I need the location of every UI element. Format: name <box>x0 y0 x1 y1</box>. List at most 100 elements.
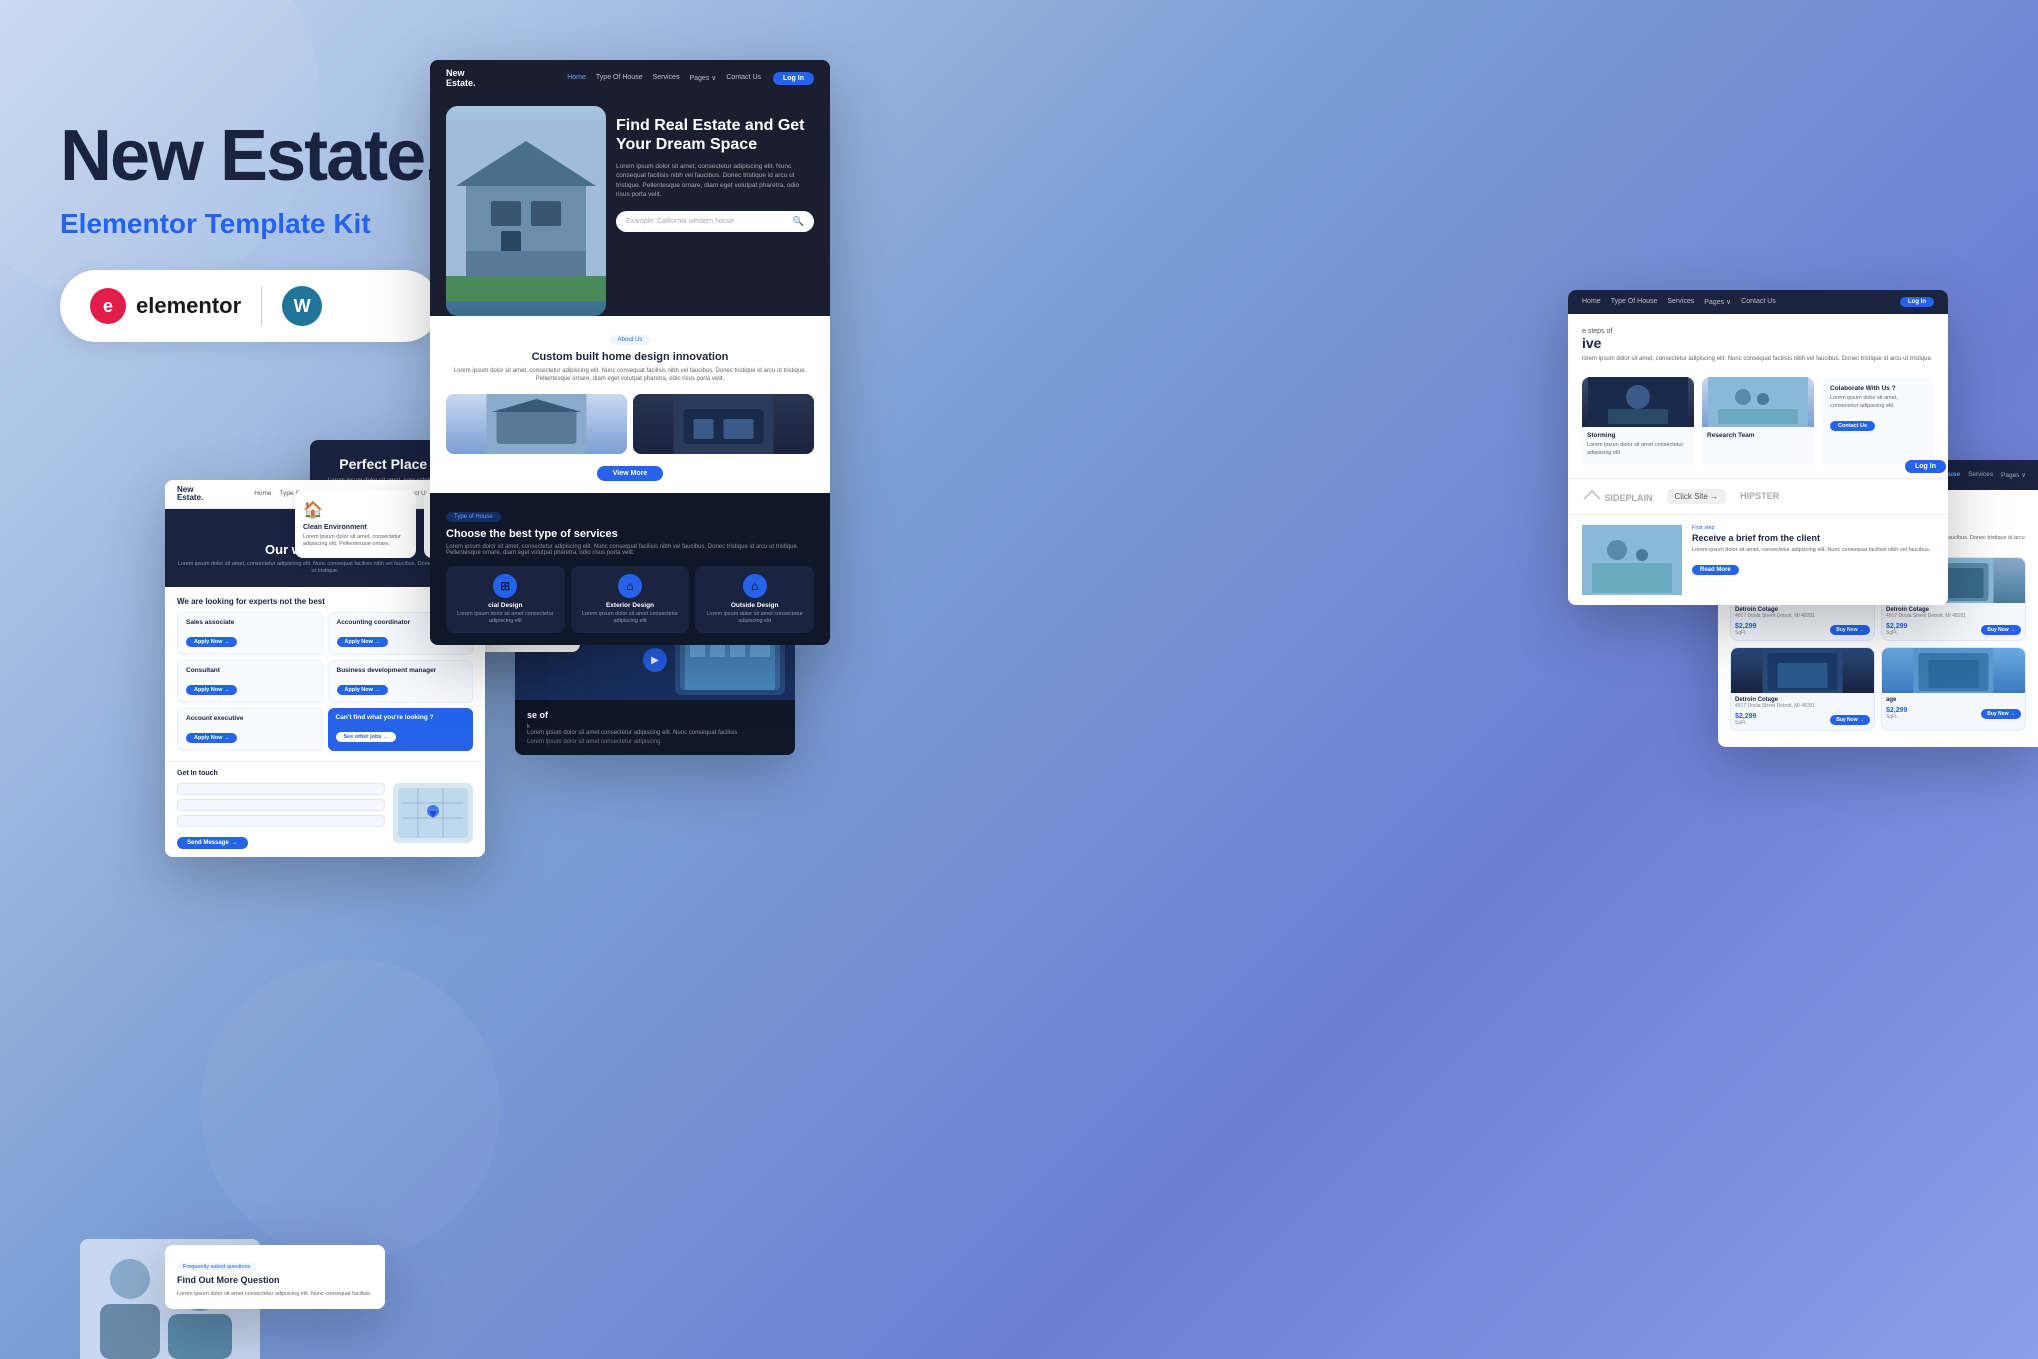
hero-nav-logo: NewEstate. <box>446 68 476 88</box>
service-icon-3: ⌂ <box>743 574 767 598</box>
nav-link-services[interactable]: Services <box>653 74 680 82</box>
hero-content: Find Real Estate and Get Your Dream Spac… <box>430 96 830 316</box>
storming-title: Storming <box>1587 432 1689 439</box>
apply-btn-4[interactable]: Apply Now → <box>337 685 388 695</box>
hero-search-bar[interactable]: Example: California western house 🔍 <box>616 211 814 232</box>
prop-nav-pages[interactable]: Pages ∨ <box>2001 471 2026 479</box>
hero-mockup: NewEstate. Home Type Of House Services P… <box>430 60 830 645</box>
brief-title: Receive a brief from the client <box>1692 533 1934 543</box>
prop-card-3: Detroin Cotage 4917 Doula Street Detroit… <box>1730 647 1875 731</box>
collaborate-title: Colaborate With Us ? <box>1830 385 1926 392</box>
see-other-btn[interactable]: See other jobs → <box>336 732 397 742</box>
steps-nav-contact[interactable]: Contact Us <box>1741 298 1776 306</box>
brand-title: New Estate. <box>60 120 442 192</box>
video-play-area: ▶ <box>643 648 667 672</box>
service-name-2: Exterior Design <box>577 602 684 609</box>
brief-section: First step Receive a brief from the clie… <box>1568 514 1948 605</box>
prop-cards-row-2: Detroin Cotage 4917 Doula Street Detroit… <box>1730 647 2026 731</box>
buy-btn-2[interactable]: Buy Now → <box>1981 625 2021 635</box>
brief-content: First step Receive a brief from the clie… <box>1692 525 1934 595</box>
float-login-btn[interactable]: Log In <box>1905 460 1946 473</box>
steps-mockup: Home Type Of House Services Pages ∨ Cont… <box>1568 290 1948 605</box>
brief-layout: First step Receive a brief from the clie… <box>1582 525 1934 595</box>
nav-link-pages[interactable]: Pages ∨ <box>689 74 716 82</box>
wordpress-icon: W <box>282 286 322 326</box>
buy-btn-4[interactable]: Buy Now → <box>1981 709 2021 719</box>
steps-nav-type[interactable]: Type Of House <box>1611 298 1658 306</box>
hero-house-image <box>446 106 606 316</box>
faq-mockup: Frequently asked questions Find Out More… <box>165 1245 385 1309</box>
bg-decoration-2 <box>200 959 500 1259</box>
prop-sqft-1: SqFt. <box>1735 630 1756 636</box>
steps-desc: lorem ipsum dolor sit amet, consectetur … <box>1582 355 1934 363</box>
clean-env-card: 🏠 Clean Environment Lorem ipsum dolor si… <box>295 490 416 558</box>
service-card-2: ⌂ Exterior Design Lorem ipsum dolor sit … <box>571 566 690 633</box>
steps-small-label: e steps of <box>1582 328 1934 335</box>
send-btn[interactable]: Send Message → <box>177 837 248 849</box>
apply-btn-2[interactable]: Apply Now → <box>337 637 388 647</box>
video-extra-desc: Lorem ipsum dolor sit amet consectetur a… <box>527 739 783 745</box>
house-photo <box>446 106 606 316</box>
about-desc: Lorem ipsum dolor sit amet, consectetur … <box>446 367 814 384</box>
contact-layout: Send Message → <box>177 783 473 849</box>
steps-nav-login[interactable]: Log In <box>1900 297 1934 307</box>
clean-icon: 🏠 <box>303 500 408 520</box>
brief-image <box>1582 525 1682 595</box>
partners-section: SIDEPLAIN Click Site → HIPSTER <box>1568 478 1948 514</box>
faq-desc: Lorem ipsum dolor sit amet consectetur a… <box>177 1291 373 1299</box>
services-grid: ⊞ cial Design Lorem ipsum dolor sit amet… <box>446 566 814 633</box>
buy-btn-1[interactable]: Buy Now → <box>1830 625 1870 635</box>
apply-btn-1[interactable]: Apply Now → <box>186 637 237 647</box>
prop-card-body-4: age $2,299 SqFt. Buy Now → <box>1882 693 2025 724</box>
prop-price-3: $2,299 <box>1735 713 1756 720</box>
buy-btn-3[interactable]: Buy Now → <box>1830 715 1870 725</box>
hero-nav-login-btn[interactable]: Log In <box>773 72 814 85</box>
prop-name-4: age <box>1886 697 2021 703</box>
brand-tagline: Elementor Template Kit <box>60 208 442 240</box>
steps-nav-pages[interactable]: Pages ∨ <box>1704 298 1731 306</box>
search-icon[interactable]: 🔍 <box>793 216 804 227</box>
job-title-3: Consultant <box>186 667 314 674</box>
steps-nav-services[interactable]: Services <box>1667 298 1694 306</box>
steps-nav-home[interactable]: Home <box>1582 298 1601 306</box>
hero-main-title: Find Real Estate and Get Your Dream Spac… <box>616 116 814 154</box>
video-desc: Lorem ipsum dolor sit amet consectetur a… <box>527 730 783 736</box>
play-button[interactable]: ▶ <box>643 648 667 672</box>
contact-us-btn[interactable]: Contact Us <box>1830 421 1875 431</box>
video-content: se of k Lorem ipsum dolor sit amet conse… <box>515 700 795 755</box>
nav-link-contact[interactable]: Contact Us <box>726 74 761 82</box>
service-name-1: cial Design <box>452 602 559 609</box>
job-card-5: Account executive Apply Now → <box>177 708 323 751</box>
jobs-grid: Sales associate Apply Now → Accounting c… <box>177 612 473 751</box>
jobs-nav-home[interactable]: Home <box>254 490 271 498</box>
map-box <box>393 783 473 843</box>
hero-nav-links: Home Type Of House Services Pages ∨ Cont… <box>567 74 761 82</box>
collaborate-body: Colaborate With Us ? Lorem ipsum dolor s… <box>1822 377 1934 439</box>
prop-img-4 <box>1882 648 2025 693</box>
brief-small-label: First step <box>1692 525 1934 531</box>
prop-sqft-2: SqFt. <box>1886 630 1907 636</box>
view-more-btn[interactable]: View More <box>597 466 664 481</box>
hero-text-block: Find Real Estate and Get Your Dream Spac… <box>616 106 814 316</box>
nav-link-type[interactable]: Type Of House <box>596 74 643 82</box>
apply-btn-3[interactable]: Apply Now → <box>186 685 237 695</box>
prop-nav-services[interactable]: Services <box>1968 471 1993 479</box>
read-more-btn[interactable]: Read More <box>1692 565 1739 575</box>
storming-card-img <box>1582 377 1694 427</box>
nav-link-home[interactable]: Home <box>567 74 586 82</box>
job-title-1: Sales associate <box>186 619 314 626</box>
prop-price-4: $2,299 <box>1886 707 1907 714</box>
prop-card-body-1: Detroin Cotage 4917 Doula Street Detroit… <box>1731 603 1874 640</box>
form-field-2[interactable] <box>177 799 385 811</box>
prop-price-2: $2,299 <box>1886 623 1907 630</box>
collaborate-desc: Lorem ipsum dolor sit amet, consectetur … <box>1830 395 1926 409</box>
contact-form: Send Message → <box>177 783 385 849</box>
apply-btn-5[interactable]: Apply Now → <box>186 733 237 743</box>
service-icon-1: ⊞ <box>493 574 517 598</box>
service-desc-1: Lorem ipsum dolor sit amet consectetur a… <box>452 611 559 625</box>
form-field-3[interactable] <box>177 815 385 827</box>
services-section: Type of House Choose the best type of se… <box>430 493 830 645</box>
elementor-label: elementor <box>136 293 241 319</box>
form-field-1[interactable] <box>177 783 385 795</box>
about-image-1 <box>446 394 627 454</box>
